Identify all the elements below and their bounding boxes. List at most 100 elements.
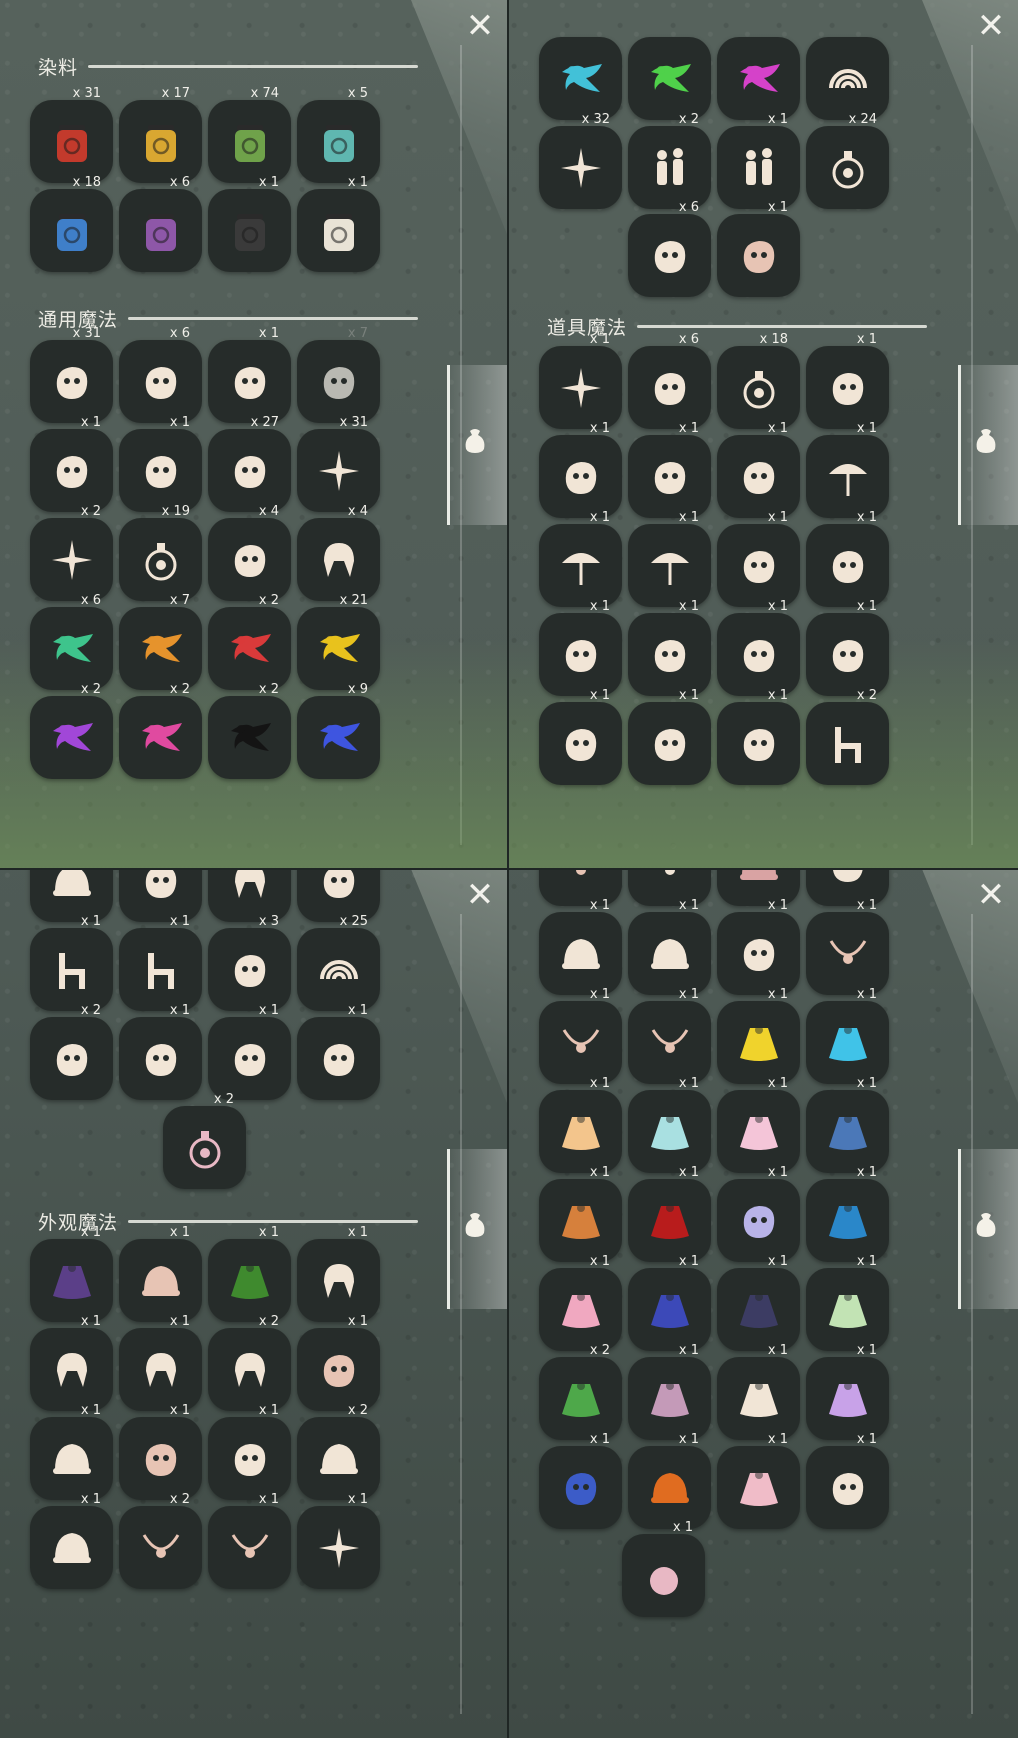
- inventory-slot[interactable]: x 1: [297, 1492, 380, 1589]
- inventory-slot[interactable]: x 1: [628, 1076, 711, 1173]
- inventory-slot[interactable]: x 1: [628, 1254, 711, 1351]
- close-button[interactable]: ✕: [463, 9, 497, 44]
- inventory-slot[interactable]: x 19: [119, 504, 202, 601]
- inventory-slot[interactable]: x 1: [628, 987, 711, 1084]
- inventory-slot[interactable]: x 1: [806, 1165, 889, 1262]
- inventory-slot[interactable]: [806, 37, 889, 120]
- inventory-slot[interactable]: [539, 37, 622, 120]
- inventory-slot[interactable]: x 7: [297, 326, 380, 423]
- inventory-slot[interactable]: x 1: [539, 688, 622, 785]
- inventory-slot[interactable]: x 6: [119, 326, 202, 423]
- inventory-slot[interactable]: x 3: [208, 914, 291, 1011]
- inventory-slot[interactable]: x 1: [806, 332, 889, 429]
- inventory-slot[interactable]: x 2: [30, 1003, 113, 1100]
- inventory-slot[interactable]: x 17: [119, 86, 202, 183]
- inventory-slot[interactable]: x 1: [628, 1165, 711, 1262]
- inventory-slot[interactable]: x 1: [119, 1314, 202, 1411]
- inventory-slot[interactable]: x 1: [30, 415, 113, 512]
- inventory-slot[interactable]: x 1: [297, 175, 380, 272]
- inventory-slot[interactable]: x 1: [806, 1343, 889, 1440]
- inventory-slot[interactable]: x 1: [806, 1432, 889, 1529]
- inventory-slot[interactable]: x 1: [717, 1254, 800, 1351]
- inventory-slot[interactable]: x 1: [539, 1432, 622, 1529]
- inventory-slot[interactable]: x 1: [717, 1432, 800, 1529]
- inventory-slot[interactable]: x 1: [208, 1403, 291, 1500]
- inventory-slot[interactable]: x 1: [717, 112, 800, 209]
- inventory-slot[interactable]: x 2: [30, 504, 113, 601]
- inventory-slot[interactable]: x 1: [30, 914, 113, 1011]
- inventory-slot[interactable]: x 1: [717, 898, 800, 995]
- inventory-slot[interactable]: x 24: [806, 112, 889, 209]
- inventory-slot[interactable]: x 1: [628, 599, 711, 696]
- inventory-slot[interactable]: x 1: [208, 326, 291, 423]
- inventory-slot[interactable]: x 1: [806, 898, 889, 995]
- inventory-slot[interactable]: x 1: [628, 1432, 711, 1529]
- inventory-slot[interactable]: x 1: [717, 510, 800, 607]
- inventory-slot[interactable]: x 1: [539, 987, 622, 1084]
- inventory-slot[interactable]: x 9: [297, 682, 380, 779]
- inventory-slot[interactable]: x 1: [297, 1003, 380, 1100]
- tab-props-active[interactable]: [958, 1149, 1018, 1309]
- scroll-rail[interactable]: [460, 914, 462, 1714]
- inventory-slot[interactable]: x 2: [628, 112, 711, 209]
- inventory-slot[interactable]: x 18: [30, 175, 113, 272]
- inventory-slot[interactable]: x 1: [628, 510, 711, 607]
- tab-props-active[interactable]: [447, 1149, 507, 1309]
- inventory-slot[interactable]: x 1: [30, 1403, 113, 1500]
- close-button[interactable]: ✕: [974, 9, 1008, 44]
- inventory-slot[interactable]: x 1: [119, 1225, 202, 1322]
- inventory-slot[interactable]: x 1: [208, 1003, 291, 1100]
- inventory-slot[interactable]: x 2: [208, 682, 291, 779]
- inventory-slot[interactable]: x 1: [297, 1314, 380, 1411]
- inventory-slot[interactable]: x 1: [717, 1343, 800, 1440]
- inventory-slot[interactable]: x 1: [208, 1225, 291, 1322]
- inventory-slot[interactable]: x 6: [628, 200, 711, 297]
- inventory-slot[interactable]: x 1: [806, 987, 889, 1084]
- inventory-slot[interactable]: x 6: [628, 332, 711, 429]
- inventory-slot[interactable]: x 1: [628, 688, 711, 785]
- inventory-slot[interactable]: x 1: [806, 421, 889, 518]
- inventory-slot[interactable]: x 21: [297, 593, 380, 690]
- inventory-slot[interactable]: x 1: [717, 421, 800, 518]
- inventory-slot[interactable]: x 2: [30, 682, 113, 779]
- inventory-slot[interactable]: x 1: [628, 1343, 711, 1440]
- scroll-rail[interactable]: [971, 914, 973, 1714]
- inventory-slot[interactable]: x 31: [297, 415, 380, 512]
- inventory-slot[interactable]: x 1: [628, 898, 711, 995]
- inventory-slot[interactable]: x 6: [119, 175, 202, 272]
- inventory-slot[interactable]: x 1: [539, 898, 622, 995]
- inventory-slot[interactable]: x 1: [539, 1165, 622, 1262]
- inventory-slot[interactable]: x 2: [119, 1492, 202, 1589]
- inventory-slot[interactable]: x 1: [806, 599, 889, 696]
- inventory-slot[interactable]: x 1: [717, 688, 800, 785]
- inventory-slot[interactable]: x 1: [208, 1492, 291, 1589]
- inventory-slot[interactable]: x 1: [297, 1225, 380, 1322]
- inventory-slot[interactable]: x 1: [119, 1003, 202, 1100]
- inventory-slot[interactable]: x 2: [163, 1092, 246, 1189]
- inventory-slot[interactable]: x 2: [297, 1403, 380, 1500]
- inventory-slot[interactable]: x 1: [208, 175, 291, 272]
- inventory-slot[interactable]: x 2: [208, 593, 291, 690]
- inventory-slot[interactable]: x 27: [208, 415, 291, 512]
- inventory-slot[interactable]: x 1: [539, 510, 622, 607]
- inventory-slot[interactable]: x 5: [297, 86, 380, 183]
- inventory-slot[interactable]: x 1: [717, 200, 800, 297]
- inventory-slot[interactable]: x 7: [119, 593, 202, 690]
- inventory-slot[interactable]: x 2: [208, 1314, 291, 1411]
- inventory-slot[interactable]: x 1: [539, 599, 622, 696]
- inventory-slot[interactable]: x 1: [806, 1076, 889, 1173]
- inventory-slot[interactable]: x 1: [30, 1225, 113, 1322]
- inventory-slot[interactable]: [717, 37, 800, 120]
- inventory-slot[interactable]: [628, 37, 711, 120]
- inventory-slot[interactable]: x 31: [30, 326, 113, 423]
- close-button[interactable]: ✕: [974, 878, 1008, 913]
- inventory-slot[interactable]: x 32: [539, 112, 622, 209]
- inventory-slot[interactable]: x 1: [717, 987, 800, 1084]
- inventory-slot[interactable]: x 1: [628, 421, 711, 518]
- inventory-slot[interactable]: x 18: [717, 332, 800, 429]
- inventory-slot[interactable]: x 1: [30, 1492, 113, 1589]
- tab-props-active[interactable]: [958, 365, 1018, 525]
- inventory-slot[interactable]: x 1: [539, 421, 622, 518]
- inventory-slot[interactable]: x 4: [208, 504, 291, 601]
- inventory-slot[interactable]: x 1: [622, 1520, 705, 1617]
